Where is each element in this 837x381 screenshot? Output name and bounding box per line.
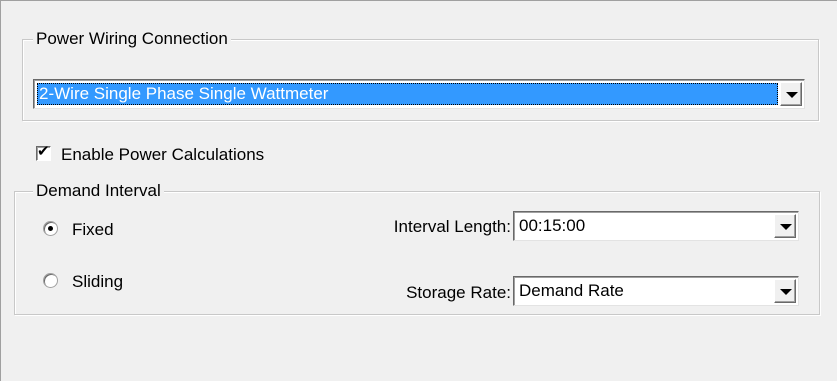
fixed-radio[interactable] (43, 221, 58, 237)
demand-interval-group: Demand Interval Fixed Sliding Interval L… (14, 180, 820, 315)
enable-power-checkbox[interactable]: ✔ (36, 143, 51, 162)
interval-length-label: Interval Length: (393, 217, 511, 236)
fixed-radio-label: Fixed (72, 220, 114, 239)
sliding-radio-row[interactable]: Sliding (43, 271, 123, 293)
sliding-radio-label: Sliding (72, 272, 124, 291)
power-wiring-group: Power Wiring Connection 2-Wire Single Ph… (22, 28, 819, 121)
storage-rate-label: Storage Rate: (406, 283, 511, 302)
fixed-radio-row[interactable]: Fixed (43, 219, 114, 241)
chevron-down-icon (786, 92, 798, 98)
storage-rate-select[interactable]: Demand Rate (513, 276, 799, 306)
power-wiring-dropdown-button[interactable] (780, 82, 802, 106)
power-wiring-legend: Power Wiring Connection (33, 28, 231, 50)
power-wiring-select[interactable]: 2-Wire Single Phase Single Wattmeter (33, 79, 805, 109)
enable-power-label: Enable Power Calculations (61, 145, 265, 164)
enable-power-checkbox-row[interactable]: ✔ Enable Power Calculations (36, 143, 265, 166)
check-icon: ✔ (37, 143, 50, 161)
demand-interval-legend: Demand Interval (33, 180, 164, 202)
interval-length-select[interactable]: 00:15:00 (513, 211, 799, 241)
radio-dot-icon (48, 226, 53, 232)
power-settings-panel: Power Wiring Connection 2-Wire Single Ph… (0, 0, 837, 381)
storage-rate-value: Demand Rate (519, 281, 624, 300)
chevron-down-icon (780, 224, 792, 230)
chevron-down-icon (780, 289, 792, 295)
interval-length-value: 00:15:00 (519, 216, 586, 235)
storage-rate-dropdown-button[interactable] (774, 279, 796, 303)
power-wiring-value: 2-Wire Single Phase Single Wattmeter (37, 83, 778, 105)
sliding-radio[interactable] (43, 273, 58, 289)
interval-length-dropdown-button[interactable] (774, 214, 796, 238)
